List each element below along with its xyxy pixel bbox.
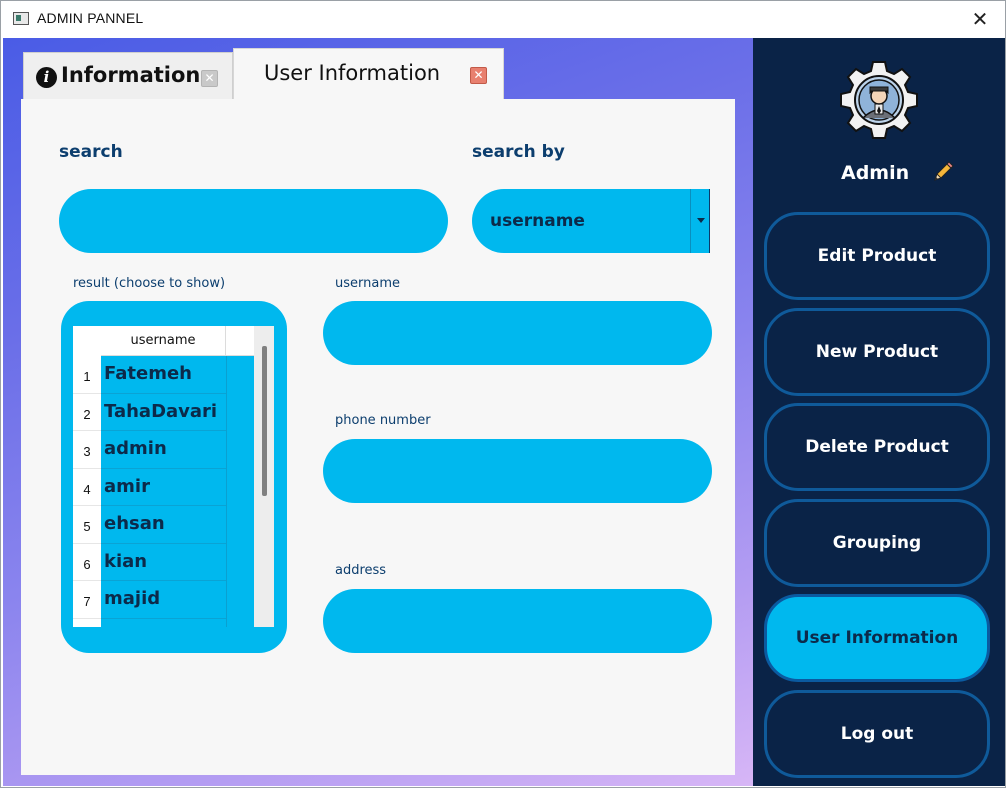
column-divider	[226, 356, 227, 627]
search-input[interactable]	[59, 189, 448, 253]
table-row[interactable]: 5 ehsan	[73, 506, 254, 544]
result-box: username 1 Fatemeh 2 TahaDavari 3 admin …	[61, 301, 287, 653]
admin-name: Admin	[841, 162, 910, 184]
tab-user-information[interactable]: User Information ✕	[233, 48, 504, 100]
table-body: 1 Fatemeh 2 TahaDavari 3 admin 4 amir 5 …	[73, 356, 254, 627]
pencil-icon[interactable]	[931, 160, 955, 184]
window-title: ADMIN PANNEL	[37, 10, 144, 26]
tab-information[interactable]: i Information ✕	[23, 52, 233, 100]
username-label: username	[335, 276, 400, 291]
username-cell[interactable]: ehsan	[101, 506, 226, 544]
phone-number-label: phone number	[335, 413, 431, 428]
search-label: search	[59, 142, 123, 162]
search-by-select[interactable]: username	[472, 189, 710, 253]
delete-product-button[interactable]: Delete Product	[764, 403, 990, 491]
table-row[interactable]: 3 admin	[73, 431, 254, 469]
table-row[interactable]: 2 TahaDavari	[73, 393, 254, 431]
chevron-down-icon[interactable]	[690, 189, 710, 253]
grouping-button[interactable]: Grouping	[764, 499, 990, 587]
tab-user-information-close-icon[interactable]: ✕	[470, 67, 487, 84]
row-number: 6	[73, 543, 101, 581]
row-number: 2	[73, 393, 101, 431]
row-number: 3	[73, 431, 101, 469]
tab-information-close-icon[interactable]: ✕	[201, 70, 218, 87]
search-by-label: search by	[472, 142, 565, 162]
tab-user-information-label: User Information	[264, 61, 441, 85]
username-cell[interactable]: admin	[101, 431, 226, 469]
column-header-filler	[226, 326, 254, 356]
title-bar: ADMIN PANNEL ✕	[1, 1, 1005, 37]
main-area: i Information ✕ User Information ✕ searc…	[3, 38, 753, 786]
username-cell[interactable]: amir	[101, 469, 226, 506]
admin-avatar-icon	[839, 60, 919, 140]
scrollbar-thumb[interactable]	[262, 346, 267, 496]
row-number: 7	[73, 581, 101, 619]
table-row[interactable]: 6 kian	[73, 543, 254, 581]
users-table[interactable]: username 1 Fatemeh 2 TahaDavari 3 admin …	[73, 326, 274, 627]
log-out-button[interactable]: Log out	[764, 690, 990, 778]
username-cell[interactable]: Fatemeh	[101, 356, 226, 394]
new-product-button[interactable]: New Product	[764, 308, 990, 396]
phone-number-field[interactable]	[323, 439, 712, 503]
row-number: 1	[73, 356, 101, 394]
result-label: result (choose to show)	[73, 276, 226, 291]
username-cell[interactable]: TahaDavari	[101, 394, 226, 431]
app-icon	[13, 12, 29, 25]
row-number: 4	[73, 468, 101, 506]
admin-window: ADMIN PANNEL ✕ i Information ✕ User Info…	[0, 0, 1006, 788]
row-number: 5	[73, 506, 101, 544]
sidebar: Admin Edit Product New Product Delete Pr…	[753, 38, 1005, 786]
search-by-selected-value: username	[490, 211, 585, 231]
table-row[interactable]: 1 Fatemeh	[73, 356, 254, 394]
info-icon: i	[36, 67, 57, 88]
address-label: address	[335, 563, 387, 578]
edit-product-button[interactable]: Edit Product	[764, 212, 990, 300]
username-cell[interactable]: kian	[101, 544, 226, 581]
tab-information-label: Information	[61, 63, 201, 87]
address-field[interactable]	[323, 589, 712, 653]
close-window-button[interactable]: ✕	[965, 5, 995, 33]
table-row[interactable]: 4 amir	[73, 468, 254, 506]
username-cell[interactable]: majid	[101, 581, 226, 619]
user-information-panel: search search by username result (choose…	[21, 99, 735, 775]
user-information-button[interactable]: User Information	[764, 594, 990, 682]
username-field[interactable]	[323, 301, 712, 365]
column-header-username[interactable]: username	[101, 326, 226, 356]
table-row[interactable]: 7 majid	[73, 581, 254, 619]
table-scrollbar[interactable]	[254, 326, 274, 627]
